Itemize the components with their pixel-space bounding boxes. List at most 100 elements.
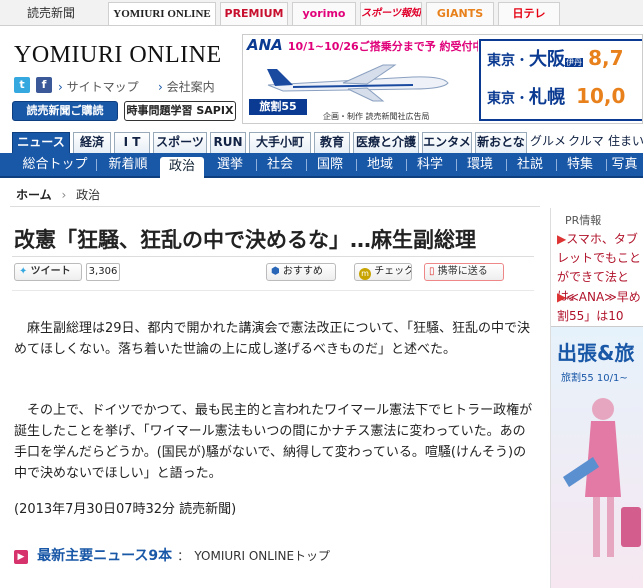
ad-route-panel: 東京・大阪伊丹 8,7 東京・札幌 10,0 xyxy=(479,39,642,121)
breadcrumb-current: 政治 xyxy=(76,188,101,202)
mixi-icon: m xyxy=(359,268,371,280)
tweet-count: 3,306 xyxy=(86,263,120,281)
cat-shin-otona[interactable]: 新おとな xyxy=(475,132,527,153)
article-title: 改憲「狂騒、狂乱の中で決めるな」…麻生副総理 xyxy=(14,228,476,252)
tab-yomiuri-online[interactable]: YOMIURI ONLINE xyxy=(108,2,216,25)
route2: 東京・札幌 10,0 xyxy=(487,83,625,109)
subnav-feature[interactable]: 特集 xyxy=(560,153,600,176)
subnav-world[interactable]: 国際 xyxy=(310,153,350,176)
cat-education[interactable]: 教育 xyxy=(314,132,350,153)
category-nav: ニュース 経済 I T スポーツ RUN 大手小町 教育 医療と介護 エンタメ … xyxy=(12,132,643,153)
twitter-bird-icon: ✦ xyxy=(19,266,28,277)
route2-from: 東京 xyxy=(487,91,515,107)
subnav-science[interactable]: 科学 xyxy=(410,153,450,176)
traveler-illustration-icon xyxy=(563,398,641,557)
cat-entame[interactable]: エンタメ xyxy=(422,132,472,153)
subnav-election[interactable]: 選挙 xyxy=(210,153,250,176)
route1-note: 伊丹 xyxy=(565,58,583,67)
route2-to: 札幌 xyxy=(529,87,565,108)
cat-sports[interactable]: スポーツ xyxy=(153,132,207,153)
sidebar-ad-title: 出張&旅 xyxy=(557,341,635,365)
tab-sports-hochi[interactable]: スポーツ報知 xyxy=(360,2,422,25)
breadcrumb-home[interactable]: ホーム xyxy=(16,188,52,202)
colon-sep: ： xyxy=(177,549,190,563)
ad-headline: ANA 10/1~10/26ご搭乗分まで予 約受付中! xyxy=(243,35,478,57)
ad-text: 10/1~10/26ご搭乗分まで予 約受付中! xyxy=(287,40,478,53)
company-label: 会社案内 xyxy=(166,80,215,94)
tweet-button[interactable]: ✦ ツイート xyxy=(14,263,82,281)
top-site-bar: 読売新聞 YOMIURI ONLINE PREMIUM yorimo スポーツ報… xyxy=(0,0,643,26)
subnav-photo[interactable]: 写真 xyxy=(606,153,643,176)
pr-item-2[interactable]: ▶≪ANA≫早め割55」は10 xyxy=(557,288,643,326)
subnav-separator xyxy=(406,159,407,171)
cat-housing[interactable]: 住まい xyxy=(606,132,643,153)
subnav-separator xyxy=(456,159,457,171)
cat-economy[interactable]: 経済 xyxy=(73,132,111,153)
chevron-right-icon: › xyxy=(158,80,167,94)
route2-price: 10,0 xyxy=(576,84,626,108)
tab-yomiuri-shimbun[interactable]: 読売新聞 xyxy=(10,2,92,25)
subnav-separator xyxy=(556,159,557,171)
tab-premium[interactable]: PREMIUM xyxy=(220,2,288,25)
route1-price: 8,7 xyxy=(588,46,624,70)
latest-news-link[interactable]: 最新主要ニュース9本 xyxy=(37,548,172,564)
ana-ad-banner[interactable]: ANA 10/1~10/26ご搭乗分まで予 約受付中! 旅割55 企画・制作 読… xyxy=(242,34,643,124)
sitemap-link[interactable]: › サイトマップ xyxy=(58,78,139,95)
mobile-label: 携帯に送る xyxy=(437,266,488,277)
arrow-right-icon: ▶ xyxy=(557,232,567,246)
route1-to: 大阪 xyxy=(529,49,565,70)
airplane-icon xyxy=(267,64,449,102)
ana-brand: ANA xyxy=(247,36,283,54)
subnav-local[interactable]: 地域 xyxy=(360,153,400,176)
sidebar-ad[interactable]: 出張&旅 旅割55 10/1~ xyxy=(551,326,643,588)
subnav-separator xyxy=(306,159,307,171)
check-button[interactable]: m チェック xyxy=(354,263,412,281)
subnav-separator xyxy=(96,159,97,171)
arrow-right-icon: ▶ xyxy=(14,550,28,564)
twitter-icon[interactable]: t xyxy=(14,77,30,93)
latest-news-row: ▶ 最新主要ニュース9本 ： YOMIURI ONLINEトップ xyxy=(14,545,330,565)
subnav-environment[interactable]: 環境 xyxy=(460,153,500,176)
chevron-right-icon: › xyxy=(61,188,67,202)
cat-gourmet[interactable]: グルメ xyxy=(530,132,566,153)
site-logo[interactable]: YOMIURI ONLINE xyxy=(14,42,222,69)
tab-ntv[interactable]: 日テレ xyxy=(498,2,560,25)
sub-nav: 総合トップ 新着順 政治 選挙 社会 国際 地域 科学 環境 社説 特集 写真 xyxy=(0,153,643,178)
route1-from: 東京 xyxy=(487,53,515,69)
chevron-right-icon: › xyxy=(58,80,67,94)
online-top-link[interactable]: YOMIURI ONLINEトップ xyxy=(194,549,330,563)
subnav-politics[interactable]: 政治 xyxy=(160,157,204,178)
cat-komachi[interactable]: 大手小町 xyxy=(249,132,311,153)
tab-giants[interactable]: GIANTS xyxy=(426,2,494,25)
subscribe-button[interactable]: 読売新聞ご購読 xyxy=(12,101,118,121)
cat-car[interactable]: クルマ xyxy=(568,132,604,153)
sitemap-label: サイトマップ xyxy=(66,80,139,94)
arrow-right-icon: ▶ xyxy=(557,290,567,304)
sapix-button[interactable]: 時事問題学習 SAPIX xyxy=(124,101,236,121)
sidebar-ad-sub: 旅割55 10/1~ xyxy=(561,373,628,384)
subnav-separator xyxy=(256,159,257,171)
subnav-newest[interactable]: 新着順 xyxy=(100,153,156,176)
breadcrumb: ホーム › 政治 xyxy=(16,186,100,203)
route1: 東京・大阪伊丹 8,7 xyxy=(487,45,624,71)
cat-run[interactable]: RUN xyxy=(210,132,246,153)
subnav-top[interactable]: 総合トップ xyxy=(20,153,90,176)
send-mobile-button[interactable]: ▯ 携帯に送る xyxy=(424,263,504,281)
tab-yorimo[interactable]: yorimo xyxy=(292,2,356,25)
pr-label: PR情報 xyxy=(565,214,602,227)
breadcrumb-divider xyxy=(10,206,540,207)
article-paragraph-1: 麻生副総理は29日、都内で開かれた講演会で憲法改正について、「狂騒、狂乱の中で決… xyxy=(14,321,531,357)
cat-medical[interactable]: 医療と介護 xyxy=(353,132,419,153)
subnav-editorial[interactable]: 社説 xyxy=(510,153,550,176)
subnav-separator xyxy=(506,159,507,171)
pr-item-2-text: ≪ANA≫早め割55」は10 xyxy=(557,290,641,323)
recommend-button[interactable]: ⬢ おすすめ xyxy=(266,263,336,281)
cat-it[interactable]: I T xyxy=(114,132,150,153)
sidebar: PR情報 ▶スマホ、タブレットでもことができて法とは。 ▶≪ANA≫早め割55」… xyxy=(550,208,643,588)
subnav-society[interactable]: 社会 xyxy=(260,153,300,176)
facebook-icon[interactable]: f xyxy=(36,77,52,93)
cat-news[interactable]: ニュース xyxy=(12,132,70,153)
check-label: チェック xyxy=(374,266,412,277)
ad-footer: 企画・制作 読売新聞社広告局 xyxy=(323,112,430,121)
company-link[interactable]: › 会社案内 xyxy=(158,78,215,95)
